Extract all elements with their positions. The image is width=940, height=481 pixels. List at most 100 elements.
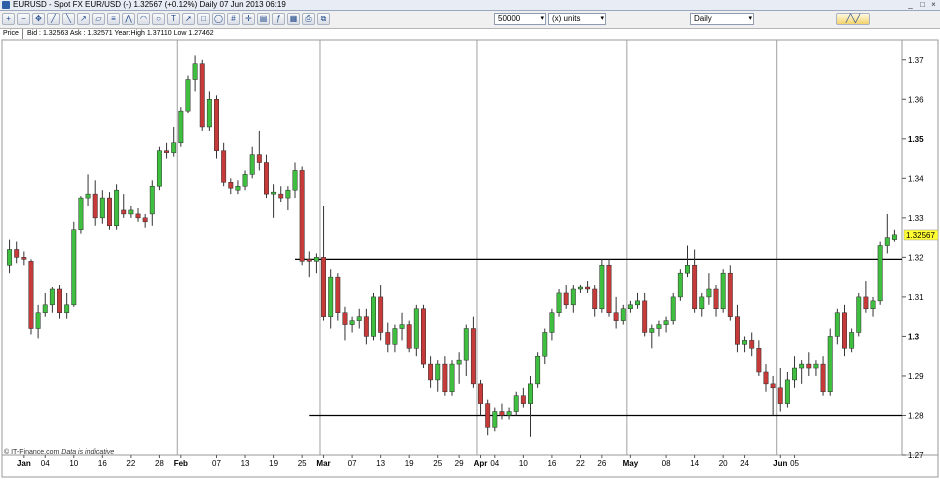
candle-body [406, 324, 412, 349]
candle-body [692, 265, 698, 310]
candle-body [499, 411, 505, 416]
candle-body [442, 363, 448, 393]
candle-body [363, 316, 369, 337]
x-tick-label: May [623, 459, 639, 468]
candle-body [713, 288, 719, 310]
candle-body [756, 348, 762, 373]
current-price-label: 1.32567 [906, 231, 935, 240]
candle-body [214, 99, 219, 151]
candle-body [420, 308, 426, 365]
x-tick-label: Mar [316, 459, 330, 468]
y-tick-label: 1.36 [908, 95, 924, 104]
candle-body [727, 272, 733, 317]
source-label: © IT-Finance.com [4, 449, 60, 456]
x-tick-label: 20 [719, 459, 728, 468]
candle-body [792, 367, 797, 381]
candle-body [599, 265, 605, 310]
price-chart[interactable]: 1.37 1.36 1.35 1.34 1.33 1.32 1.31 1.3 1.29 1.28 1… [0, 0, 940, 481]
candle-body [99, 197, 105, 219]
candle-body [592, 288, 598, 310]
candle-body [206, 99, 212, 128]
candle-body [292, 170, 298, 191]
candle-body [449, 363, 455, 393]
x-tick-label: 04 [41, 459, 50, 468]
candle-body [78, 197, 84, 230]
data-source-note: © IT-Finance.com Data is indicative [4, 449, 114, 456]
candle-body [64, 304, 70, 313]
candle-body [492, 411, 498, 428]
y-tick-label: 1.29 [908, 372, 924, 381]
y-tick-label: 1.35 [908, 135, 924, 144]
candle-body [706, 288, 712, 298]
x-tick-label: 24 [740, 459, 749, 468]
candle-body [306, 259, 312, 262]
candle-body [456, 359, 462, 365]
x-tick-label: 16 [98, 459, 107, 468]
candle-body [14, 249, 20, 258]
candle-body [221, 150, 227, 183]
candle-body [549, 312, 555, 333]
candle-body [256, 154, 262, 163]
candle-body [478, 383, 484, 404]
x-tick-label: 22 [126, 459, 135, 468]
x-tick-label: 19 [269, 459, 278, 468]
candle-body [249, 154, 255, 175]
candle-body [470, 328, 476, 385]
candle-body [891, 234, 897, 240]
candle-body [385, 332, 391, 345]
candle-body [806, 363, 812, 369]
x-tick-label: 10 [519, 459, 528, 468]
x-tick-label: Jan [17, 459, 31, 468]
x-tick-label: 26 [597, 459, 606, 468]
candle-body [720, 272, 726, 310]
candle-body [627, 304, 633, 310]
candle-body [742, 340, 748, 345]
candle-body [570, 288, 576, 306]
candle-body [49, 288, 55, 306]
candle-body [542, 332, 548, 357]
candle-body [685, 265, 690, 274]
candle-body [35, 312, 41, 329]
x-tick-label: 16 [547, 459, 556, 468]
candle-body [92, 193, 98, 219]
candle-body [606, 265, 612, 313]
y-tick-label: 1.28 [908, 411, 924, 420]
y-tick-label: 1.33 [908, 214, 924, 223]
candle-body [635, 300, 640, 306]
candle-body [820, 363, 826, 393]
candle-body [356, 316, 362, 321]
candle-body [520, 395, 526, 404]
x-tick-label: 19 [405, 459, 414, 468]
x-tick-label: 04 [490, 459, 499, 468]
candle-body [842, 312, 847, 349]
candle-body [428, 363, 434, 381]
x-tick-label: Jun [773, 459, 787, 468]
candle-body [463, 328, 469, 361]
candle-body [670, 296, 676, 321]
x-tick-label: 13 [241, 459, 250, 468]
y-tick-label: 1.32 [908, 253, 924, 262]
candle-body [371, 296, 376, 337]
candle-body [328, 276, 334, 317]
candle-body [164, 150, 170, 153]
candle-body [613, 312, 619, 321]
candle-body [242, 174, 248, 187]
candle-body [128, 209, 134, 215]
candle-body [870, 300, 876, 310]
candle-body [114, 189, 120, 227]
candle-body [178, 110, 184, 144]
candle-body [299, 170, 305, 262]
candle-body [107, 197, 112, 227]
x-tick-label: 25 [298, 459, 307, 468]
candle-body [528, 383, 533, 404]
candle-body [435, 363, 441, 381]
x-tick-label: 25 [433, 459, 442, 468]
x-tick-label: 13 [376, 459, 385, 468]
candle-body [313, 257, 319, 262]
candle-body [285, 189, 291, 199]
candle-body [228, 182, 234, 189]
candle-body [149, 185, 155, 215]
candle-body [7, 249, 13, 266]
candle-body [535, 355, 541, 385]
candle-body [71, 229, 77, 306]
